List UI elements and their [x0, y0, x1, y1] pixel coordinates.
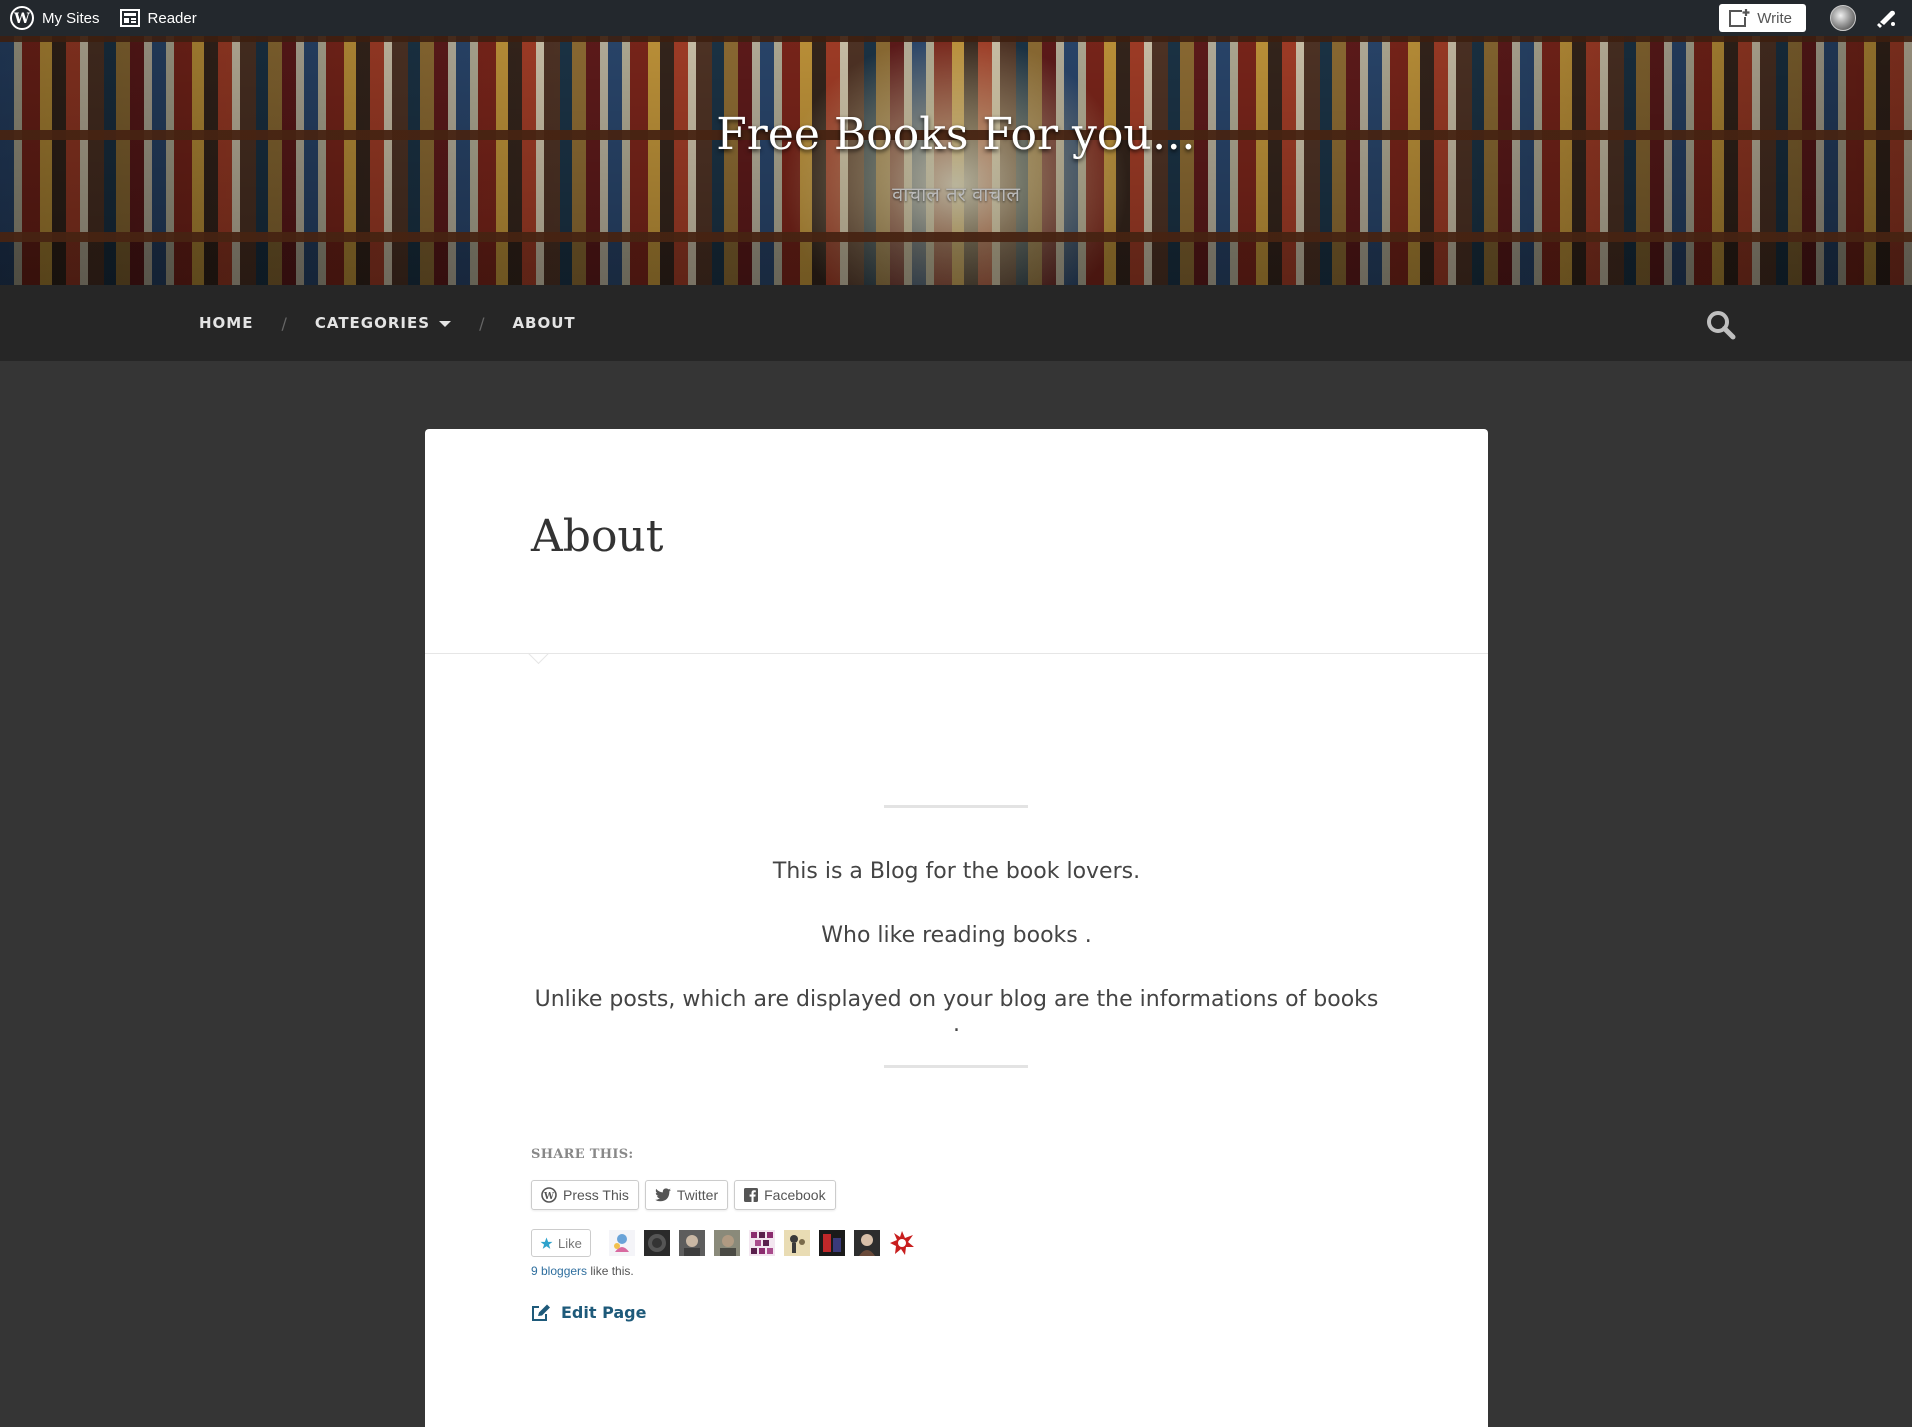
- my-sites-button[interactable]: W My Sites: [10, 6, 100, 30]
- main-navigation: HOME / CATEGORIES / ABOUT: [0, 285, 1912, 361]
- liker-avatar[interactable]: [748, 1230, 775, 1256]
- liker-avatar[interactable]: [678, 1230, 705, 1256]
- search-icon[interactable]: [1705, 309, 1737, 341]
- share-facebook-label: Facebook: [764, 1187, 826, 1203]
- site-header-banner: Free Books For you… वाचाल तर वाचाल: [0, 36, 1912, 285]
- site-title[interactable]: Free Books For you…: [0, 109, 1912, 160]
- svg-text:W: W: [13, 11, 30, 27]
- edit-icon: [532, 1304, 550, 1321]
- wordpress-icon: W: [10, 6, 34, 30]
- caret-down-icon: [439, 320, 452, 327]
- share-twitter-button[interactable]: Twitter: [644, 1180, 729, 1210]
- my-sites-label: My Sites: [42, 9, 100, 27]
- liker-avatar[interactable]: [608, 1230, 635, 1256]
- page-paragraph: Unlike posts, which are displayed on you…: [534, 987, 1379, 1037]
- nav-item-about[interactable]: ABOUT: [512, 314, 575, 332]
- bloggers-link[interactable]: 9 bloggers: [531, 1264, 587, 1278]
- twitter-icon: [654, 1188, 671, 1202]
- share-press-this-button[interactable]: W Press This: [531, 1180, 639, 1210]
- liker-avatar[interactable]: [818, 1230, 845, 1256]
- like-label: Like: [558, 1235, 582, 1251]
- horizontal-rule: [884, 1065, 1028, 1068]
- svg-text:W: W: [543, 1192, 555, 1202]
- facebook-icon: [744, 1188, 759, 1202]
- edit-page-link[interactable]: Edit Page: [531, 1303, 646, 1322]
- nav-item-categories-label: CATEGORIES: [314, 314, 431, 332]
- page-paragraph: Who like reading books .: [821, 923, 1092, 948]
- liker-avatar[interactable]: [853, 1230, 880, 1256]
- wordpress-icon: W: [541, 1187, 557, 1203]
- share-buttons: W Press This Twitter Facebook: [531, 1180, 842, 1210]
- nav-separator: /: [479, 313, 485, 333]
- share-heading: SHARE THIS:: [531, 1147, 634, 1162]
- edit-page-label: Edit Page: [561, 1303, 647, 1322]
- likes-suffix: like this.: [587, 1264, 634, 1278]
- likes-caption: 9 bloggers like this.: [531, 1264, 634, 1278]
- nav-separator: /: [281, 313, 287, 333]
- page-content-card: About This is a Blog for the book lovers…: [425, 429, 1488, 1427]
- reader-button[interactable]: Reader: [119, 9, 197, 27]
- write-label: Write: [1757, 9, 1792, 27]
- write-button[interactable]: Write: [1719, 4, 1806, 32]
- page-title: About: [531, 511, 664, 562]
- user-avatar[interactable]: [1830, 5, 1856, 31]
- share-twitter-label: Twitter: [676, 1187, 719, 1203]
- liker-avatar[interactable]: [888, 1230, 915, 1256]
- site-tagline: वाचाल तर वाचाल: [892, 182, 1020, 206]
- share-press-this-label: Press This: [563, 1187, 629, 1203]
- page-paragraph: This is a Blog for the book lovers.: [772, 859, 1141, 884]
- new-post-icon: [1729, 8, 1752, 27]
- liker-avatar[interactable]: [713, 1230, 740, 1256]
- horizontal-rule: [884, 805, 1028, 808]
- liker-avatar[interactable]: [643, 1230, 670, 1256]
- share-facebook-button[interactable]: Facebook: [734, 1180, 836, 1210]
- like-button[interactable]: Like: [531, 1229, 591, 1257]
- reader-icon: [119, 9, 140, 27]
- liker-avatar[interactable]: [783, 1230, 810, 1256]
- title-divider: [425, 653, 1488, 654]
- admin-bar: W My Sites Reader Write: [0, 0, 1912, 36]
- notifications-bell-icon[interactable]: [1876, 7, 1898, 29]
- reader-label: Reader: [147, 9, 197, 27]
- nav-item-home[interactable]: HOME: [199, 314, 253, 332]
- star-icon: [540, 1237, 553, 1249]
- nav-item-categories[interactable]: CATEGORIES: [314, 314, 452, 332]
- likes-widget: Like: [531, 1229, 924, 1257]
